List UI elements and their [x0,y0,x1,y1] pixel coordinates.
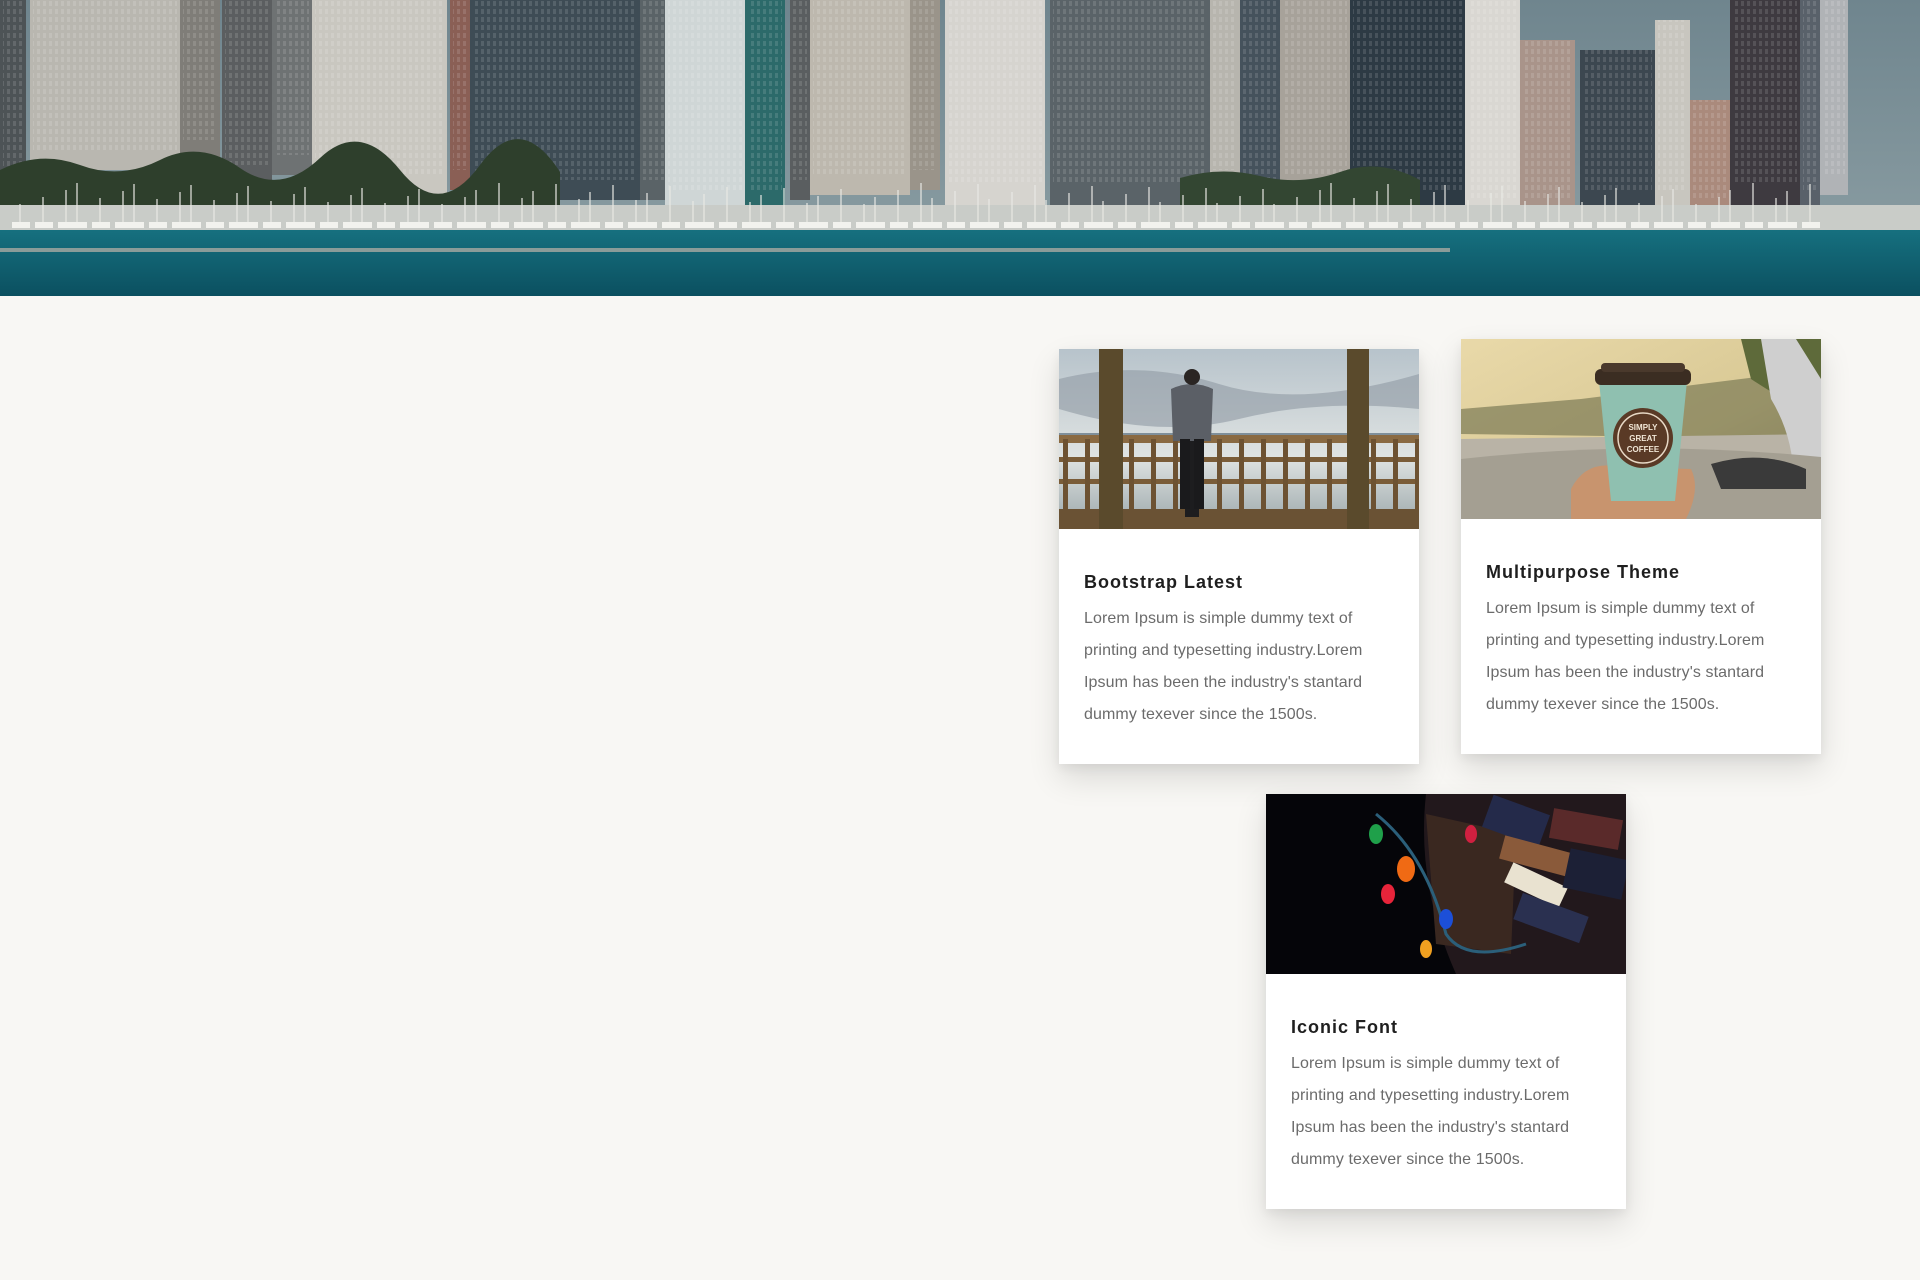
card-title: Iconic Font [1291,1017,1398,1037]
cup-text-line-2: GREAT [1629,434,1657,443]
feature-card-iconic-font[interactable]: Iconic Font Lorem Ipsum is simple dummy … [1266,794,1626,1209]
cup-text-line-1: SIMPLY [1628,423,1658,432]
card-image-man-on-pier [1059,349,1419,529]
hero-skyline-image [0,0,1920,296]
card-image-coffee-cup: SIMPLY GREAT COFFEE [1461,339,1821,519]
card-image-books-lights [1266,794,1626,974]
feature-card-multipurpose[interactable]: SIMPLY GREAT COFFEE Multipurpose Theme L… [1461,339,1821,754]
hero-banner [0,0,1920,296]
card-title: Bootstrap Latest [1084,572,1244,592]
card-title: Multipurpose Theme [1486,562,1681,582]
card-description: Lorem Ipsum is simple dummy text of prin… [1084,610,1363,723]
feature-card-bootstrap[interactable]: Bootstrap Latest Lorem Ipsum is simple d… [1059,349,1419,764]
card-description: Lorem Ipsum is simple dummy text of prin… [1291,1055,1570,1168]
cup-text-line-3: COFFEE [1627,445,1660,454]
card-description: Lorem Ipsum is simple dummy text of prin… [1486,600,1765,713]
